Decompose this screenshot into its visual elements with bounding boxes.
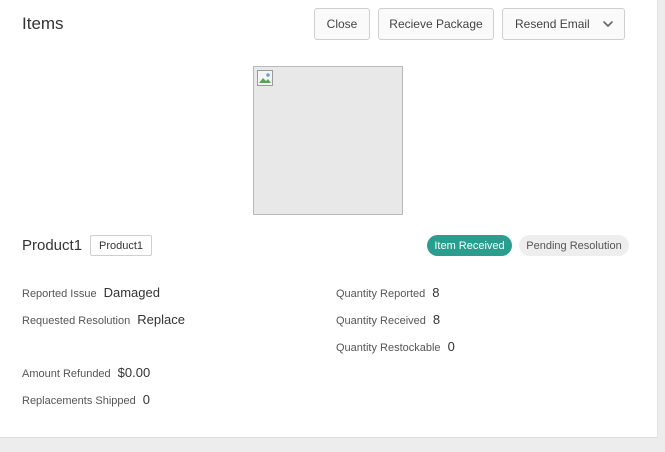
- status-badge-received: Item Received: [427, 235, 512, 256]
- broken-image-icon: [257, 70, 273, 86]
- quantity-restockable-value: 0: [447, 339, 455, 354]
- resend-email-label: Resend Email: [515, 17, 590, 31]
- status-badge-pending: Pending Resolution: [519, 235, 629, 256]
- product-sku-tag: Product1: [90, 235, 153, 256]
- quantity-received-label: Quantity Received: [336, 315, 426, 327]
- reported-issue-value: Damaged: [103, 285, 160, 300]
- amount-refunded-value: $0.00: [117, 365, 151, 380]
- replacements-shipped-label: Replacements Shipped: [22, 395, 136, 407]
- requested-resolution-label: Requested Resolution: [22, 315, 131, 327]
- page-title: Items: [22, 14, 64, 33]
- quantity-reported-label: Quantity Reported: [336, 288, 426, 300]
- product-name: Product1: [22, 237, 83, 254]
- quantity-reported-field: Quantity Reported 8: [336, 285, 440, 300]
- quantity-received-field: Quantity Received 8: [336, 312, 440, 327]
- product-image: [253, 66, 403, 215]
- amount-refunded-label: Amount Refunded: [22, 368, 111, 380]
- reported-issue-label: Reported Issue: [22, 288, 97, 300]
- items-panel: Items Close Recieve Package Resend Email…: [0, 0, 658, 438]
- close-button[interactable]: Close: [314, 8, 370, 40]
- receive-package-button[interactable]: Recieve Package: [378, 8, 494, 40]
- quantity-reported-value: 8: [432, 285, 440, 300]
- chevron-down-icon[interactable]: [602, 18, 614, 30]
- quantity-received-value: 8: [432, 312, 441, 327]
- requested-resolution-field: Requested Resolution Replace: [22, 312, 185, 327]
- requested-resolution-value: Replace: [137, 312, 185, 327]
- quantity-restockable-label: Quantity Restockable: [336, 342, 441, 354]
- reported-issue-field: Reported Issue Damaged: [22, 285, 160, 300]
- replacements-shipped-value: 0: [142, 392, 150, 407]
- replacements-shipped-field: Replacements Shipped 0: [22, 392, 150, 407]
- quantity-restockable-field: Quantity Restockable 0: [336, 339, 455, 354]
- amount-refunded-field: Amount Refunded $0.00: [22, 365, 150, 380]
- resend-email-button[interactable]: Resend Email: [502, 8, 625, 40]
